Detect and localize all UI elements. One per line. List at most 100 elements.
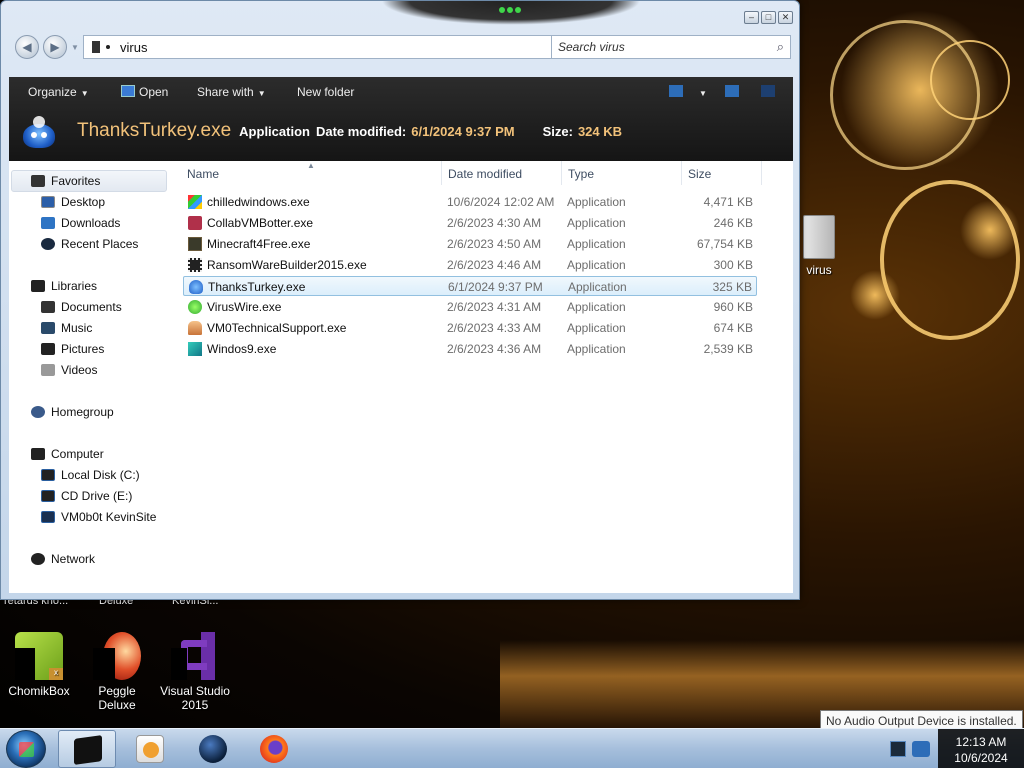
downloads-icon bbox=[41, 217, 55, 229]
address-bar[interactable]: virus ▼ ⟲ bbox=[83, 35, 604, 59]
details-date-label: Date modified: bbox=[315, 123, 407, 139]
file-row[interactable]: VirusWire.exe 2/6/2023 4:31 AM Application… bbox=[183, 297, 757, 317]
search-icon[interactable]: ⌕ bbox=[777, 39, 784, 55]
clock-time: 12:13 AM bbox=[955, 735, 1007, 749]
nav-videos[interactable]: Videos bbox=[41, 360, 97, 380]
nav-vm-kevinsite[interactable]: VM0b0t KevinSite bbox=[41, 507, 156, 527]
nav-desktop[interactable]: Desktop bbox=[41, 192, 105, 212]
audio-tooltip: No Audio Output Device is installed. bbox=[820, 710, 1023, 730]
sort-ascending-icon: ▲ bbox=[307, 161, 315, 170]
column-header-date[interactable]: Date modified bbox=[448, 167, 522, 181]
minecraft-icon bbox=[188, 237, 202, 251]
chilledwindows-icon bbox=[188, 195, 202, 209]
open-app-icon bbox=[121, 85, 135, 97]
hard-drive-icon bbox=[41, 469, 55, 481]
file-row-selected[interactable]: ThanksTurkey.exe 6/1/2024 9:37 PM Applicat… bbox=[183, 276, 757, 296]
media-player-taskbar-icon[interactable] bbox=[136, 735, 164, 763]
viruswire-icon bbox=[188, 300, 202, 314]
file-row[interactable]: chilledwindows.exe 10/6/2024 12:02 AM Appl… bbox=[183, 192, 757, 212]
breadcrumb-separator-icon bbox=[106, 45, 110, 49]
help-icon[interactable] bbox=[761, 85, 775, 97]
details-pane: ThanksTurkey.exe Application Date modifi… bbox=[17, 109, 622, 153]
desktop-chomikbox[interactable]: x ChomikBox bbox=[0, 632, 78, 698]
taskbar-explorer-button[interactable] bbox=[58, 730, 116, 768]
command-bar: Organize ▼ Open Share with ▼ New folder ▼ … bbox=[9, 77, 793, 161]
forward-button[interactable]: ▶ bbox=[43, 35, 67, 59]
windos9-icon bbox=[188, 342, 202, 356]
chomikbox-icon: x bbox=[15, 632, 63, 680]
navigation-pane: Favorites Desktop Downloads Recent Place… bbox=[9, 161, 177, 593]
technical-support-icon bbox=[188, 321, 202, 335]
change-view-icon[interactable] bbox=[669, 85, 683, 97]
preview-pane-icon[interactable] bbox=[725, 85, 739, 97]
nav-documents[interactable]: Documents bbox=[41, 297, 122, 317]
column-header-type[interactable]: Type bbox=[568, 167, 594, 181]
back-arrow-icon: ◀ bbox=[22, 40, 32, 54]
address-path: virus bbox=[120, 39, 148, 55]
details-size-value: 324 KB bbox=[577, 123, 623, 139]
start-button[interactable] bbox=[6, 730, 46, 768]
search-placeholder: Search virus bbox=[558, 40, 625, 54]
browser-globe-taskbar-icon[interactable] bbox=[199, 735, 227, 763]
taskbar: 12:13 AM 10/6/2024 bbox=[0, 728, 1024, 768]
column-header-name[interactable]: Name bbox=[187, 167, 219, 181]
file-row[interactable]: Minecraft4Free.exe 2/6/2023 4:50 AM Applic… bbox=[183, 234, 757, 254]
nav-network[interactable]: Network bbox=[31, 549, 95, 569]
computer-icon bbox=[92, 41, 100, 53]
system-tray bbox=[882, 733, 938, 765]
details-size-label: Size: bbox=[542, 123, 573, 139]
chomikbox-label: ChomikBox bbox=[8, 684, 70, 698]
file-row[interactable]: Windos9.exe 2/6/2023 4:36 AM Application 2,… bbox=[183, 339, 757, 359]
cd-drive-icon bbox=[41, 490, 55, 502]
clock[interactable]: 12:13 AM 10/6/2024 bbox=[938, 729, 1024, 768]
open-button[interactable]: Open bbox=[139, 85, 168, 99]
nav-favorites[interactable]: Favorites bbox=[31, 171, 100, 191]
desktop-icon bbox=[41, 196, 55, 208]
desktop-peggle-deluxe[interactable]: Peggle Deluxe bbox=[78, 632, 156, 712]
audio-tray-icon[interactable] bbox=[912, 741, 930, 757]
nav-libraries[interactable]: Libraries bbox=[31, 276, 97, 296]
network-tray-icon[interactable] bbox=[890, 741, 906, 757]
nav-pictures[interactable]: Pictures bbox=[41, 339, 104, 359]
file-row[interactable]: RansomWareBuilder2015.exe 2/6/2023 4:46 A… bbox=[183, 255, 757, 275]
nav-local-disk[interactable]: Local Disk (C:) bbox=[41, 465, 140, 485]
pictures-icon bbox=[41, 343, 55, 355]
forward-arrow-icon: ▶ bbox=[50, 40, 60, 54]
recent-pages-chevron-icon[interactable]: ▼ bbox=[71, 43, 79, 52]
collabvmbotter-icon bbox=[188, 216, 202, 230]
close-button[interactable]: ✕ bbox=[778, 11, 793, 24]
firefox-taskbar-icon[interactable] bbox=[260, 735, 288, 763]
ransomware-builder-icon bbox=[188, 258, 202, 272]
share-with-button[interactable]: Share with ▼ bbox=[197, 85, 266, 99]
computer-nav-icon bbox=[31, 448, 45, 460]
file-row[interactable]: VM0TechnicalSupport.exe 2/6/2023 4:33 AM A… bbox=[183, 318, 757, 338]
network-drive-icon bbox=[41, 511, 55, 523]
peggle-label: Peggle Deluxe bbox=[98, 684, 136, 712]
window-top-ornament bbox=[381, 1, 641, 25]
minimize-button[interactable]: – bbox=[744, 11, 759, 24]
nav-recent-places[interactable]: Recent Places bbox=[41, 234, 138, 254]
visual-studio-label-1: Visual Studio bbox=[160, 684, 230, 698]
back-button[interactable]: ◀ bbox=[15, 35, 39, 59]
search-input[interactable]: Search virus ⌕ bbox=[551, 35, 791, 59]
libraries-icon bbox=[31, 280, 45, 292]
column-header-size[interactable]: Size bbox=[688, 167, 711, 181]
explorer-window: – □ ✕ ◀ ▶ ▼ virus ▼ ⟲ Search virus ⌕ Org… bbox=[0, 0, 800, 600]
desktop-visual-studio-2015[interactable]: Visual Studio 2015 bbox=[156, 632, 234, 712]
nav-music[interactable]: Music bbox=[41, 318, 92, 338]
videos-icon bbox=[41, 364, 55, 376]
details-file-name: ThanksTurkey.exe bbox=[77, 120, 232, 141]
maximize-button[interactable]: □ bbox=[761, 11, 776, 24]
file-row[interactable]: CollabVMBotter.exe 2/6/2023 4:30 AM Applic… bbox=[183, 213, 757, 233]
nav-computer[interactable]: Computer bbox=[31, 444, 104, 464]
recent-places-icon bbox=[41, 238, 55, 250]
nav-homegroup[interactable]: Homegroup bbox=[31, 402, 114, 422]
file-list: ▲ Name Date modified Type Size chilledwi… bbox=[181, 161, 789, 593]
new-folder-button[interactable]: New folder bbox=[297, 85, 354, 99]
view-options-chevron-icon[interactable]: ▼ bbox=[695, 85, 707, 99]
nav-cd-drive[interactable]: CD Drive (E:) bbox=[41, 486, 132, 506]
details-date-value: 6/1/2024 9:37 PM bbox=[411, 123, 515, 139]
address-row: ◀ ▶ ▼ virus ▼ ⟲ Search virus ⌕ bbox=[11, 35, 791, 61]
nav-downloads[interactable]: Downloads bbox=[41, 213, 120, 233]
organize-button[interactable]: Organize ▼ bbox=[28, 85, 89, 99]
